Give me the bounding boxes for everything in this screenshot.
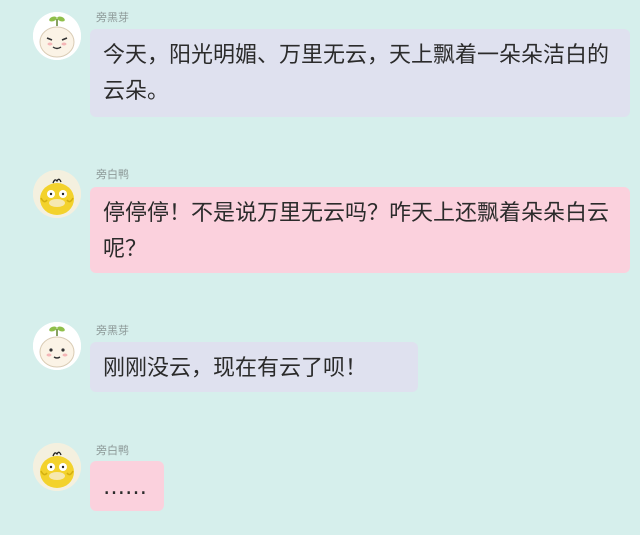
sender-name: 旁黑芽 (96, 11, 129, 24)
sender-name: 旁白鸭 (96, 444, 129, 457)
chat-window: 旁黑芽 今天，阳光明媚、万里无云，天上飘着一朵朵洁白的云朵。 旁白鸭 停停停！不… (0, 0, 640, 535)
message-text: 停停停！不是说万里无云吗？咋天上还飘着朵朵白云呢？ (103, 201, 610, 262)
duck-avatar-icon[interactable] (33, 443, 81, 491)
message-bubble: 停停停！不是说万里无云吗？咋天上还飘着朵朵白云呢？ (90, 187, 630, 273)
sender-name: 旁黑芽 (96, 324, 129, 337)
sprout-avatar-icon[interactable] (33, 12, 81, 60)
message-bubble: …… (90, 461, 164, 511)
sender-name: 旁白鸭 (96, 168, 129, 181)
message-text: 刚刚没云，现在有云了呗！ (103, 356, 368, 381)
message-bubble: 刚刚没云，现在有云了呗！ (90, 342, 418, 392)
duck-avatar-icon[interactable] (33, 170, 81, 218)
sprout-avatar-icon[interactable] (33, 322, 81, 370)
message-text: …… (103, 475, 147, 500)
message-text: 今天，阳光明媚、万里无云，天上飘着一朵朵洁白的云朵。 (103, 43, 610, 104)
message-bubble: 今天，阳光明媚、万里无云，天上飘着一朵朵洁白的云朵。 (90, 29, 630, 117)
